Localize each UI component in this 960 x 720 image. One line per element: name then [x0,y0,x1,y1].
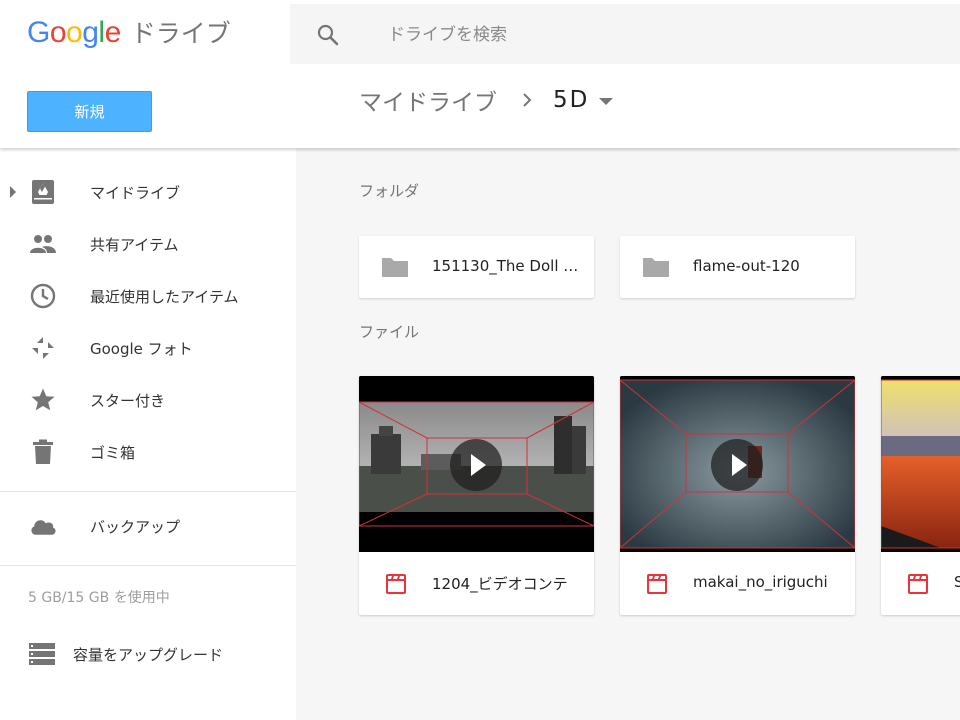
file-name: 1204_ビデオコンテ [432,575,568,593]
breadcrumb-current-folder[interactable]: 5D [553,87,589,113]
sidebar-item-label: マイドライブ [90,183,181,202]
video-file-icon [386,574,406,594]
folder-name: 151130_The Doll Hospital [432,257,580,275]
main-content: フォルダ 151130_The Doll Hospital flame-out-… [296,148,960,720]
upgrade-storage-link[interactable]: 容量をアップグレード [28,638,223,670]
folder-card[interactable]: 151130_The Doll Hospital [359,236,594,298]
logo-google-wordmark: Google [27,16,121,49]
drive-icon [29,178,57,206]
file-name: S [954,573,960,591]
folder-name: flame-out-120 [693,257,800,275]
video-thumbnail [881,376,960,552]
clock-icon [29,282,57,310]
file-meta: 1204_ビデオコンテ [359,552,594,615]
folder-icon [643,258,669,277]
video-file-icon [647,574,667,594]
files-section-label: ファイル [359,323,420,341]
file-meta: makai_no_iriguchi [620,552,855,615]
cloud-icon [29,512,57,540]
file-meta: S [881,552,960,615]
pinwheel-icon [29,334,57,362]
folder-card[interactable]: flame-out-120 [620,236,855,298]
sidebar-divider [0,491,296,492]
search-input[interactable] [388,18,888,52]
search-bar[interactable] [290,4,960,64]
google-drive-logo[interactable]: Google ドライブ [27,14,231,54]
new-button[interactable]: 新規 [27,91,152,132]
sidebar-item-trash[interactable]: ゴミ箱 [0,428,296,476]
sidebar: マイドライブ 共有アイテム 最近使用したアイテム Google フォト スター付… [0,148,296,720]
expand-arrow-icon[interactable] [10,186,16,198]
search-icon[interactable] [316,23,340,47]
upgrade-label: 容量をアップグレード [73,645,224,664]
file-name: makai_no_iriguchi [693,573,828,591]
storage-icon [29,643,55,665]
star-icon [29,386,57,414]
sidebar-item-label: スター付き [90,391,166,410]
sidebar-item-google-photos[interactable]: Google フォト [0,324,296,372]
folder-icon [382,258,408,277]
chevron-right-icon [523,93,532,107]
people-icon [29,230,57,258]
trash-icon [29,438,57,466]
logo-product-name: ドライブ [130,19,231,48]
folders-section-label: フォルダ [359,182,420,200]
sidebar-item-label: Google フォト [90,339,193,358]
sidebar-item-label: 最近使用したアイテム [90,287,239,306]
sidebar-item-recent[interactable]: 最近使用したアイテム [0,272,296,320]
sidebar-item-my-drive[interactable]: マイドライブ [0,168,296,216]
file-card[interactable]: 1204_ビデオコンテ [359,376,594,615]
sidebar-item-label: 共有アイテム [90,235,179,254]
storage-usage-text: 5 GB/15 GB を使用中 [28,590,170,606]
sidebar-item-starred[interactable]: スター付き [0,376,296,424]
breadcrumb: マイドライブ 5D [359,83,614,117]
caret-down-icon[interactable] [599,97,614,105]
sidebar-item-backup[interactable]: バックアップ [0,502,296,550]
breadcrumb-my-drive[interactable]: マイドライブ [359,83,497,117]
top-header: Google ドライブ 新規 マイドライブ 5D [0,0,960,148]
sidebar-item-shared[interactable]: 共有アイテム [0,220,296,268]
file-card[interactable]: S [881,376,960,615]
video-thumbnail [359,376,594,552]
video-file-icon [908,574,928,594]
sidebar-item-label: ゴミ箱 [90,443,136,462]
file-card[interactable]: makai_no_iriguchi [620,376,855,615]
play-icon[interactable] [450,439,502,491]
video-thumbnail [620,376,855,552]
sidebar-item-label: バックアップ [90,517,181,536]
sidebar-divider [0,565,296,566]
play-icon[interactable] [711,439,763,491]
